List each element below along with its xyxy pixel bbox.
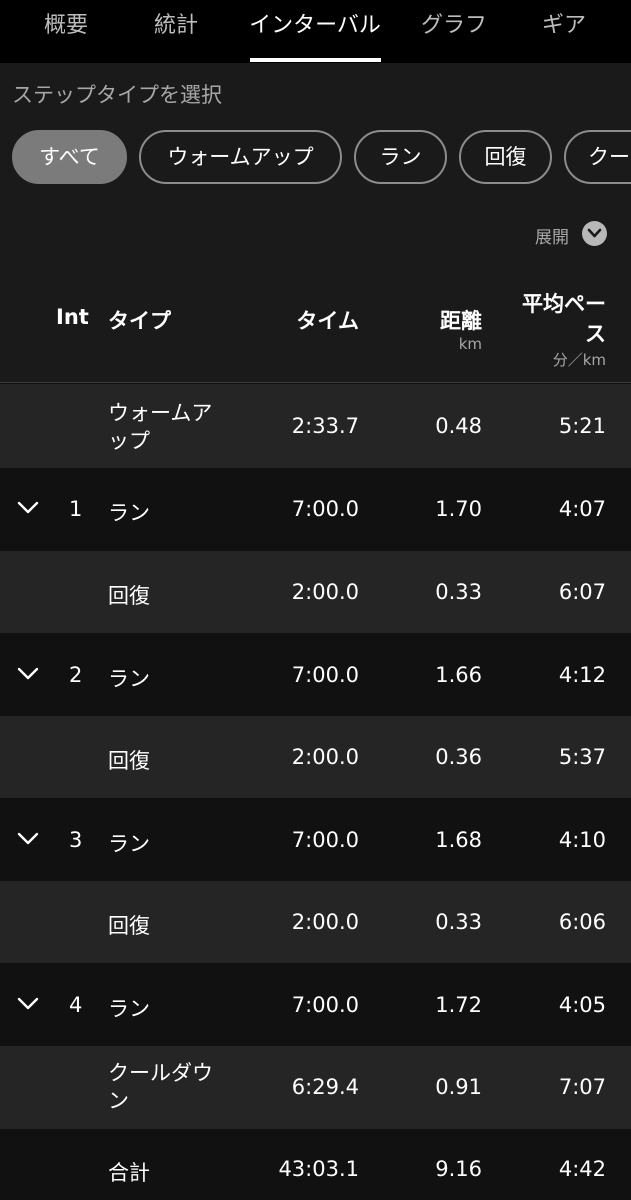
row-time: 2:00.0 — [291, 910, 359, 934]
row-distance: 0.33 — [435, 580, 482, 604]
header-pace-unit: 分／km — [552, 351, 606, 369]
row-distance: 1.68 — [435, 828, 482, 852]
row-pace: 6:06 — [558, 910, 606, 934]
table-row[interactable]: 3 ラン 7:00.0 1.68 4:10 — [0, 798, 631, 881]
tab-stats[interactable]: 統計 — [132, 0, 220, 63]
chip-run[interactable]: ラン — [354, 130, 447, 184]
row-distance: 1.72 — [435, 993, 482, 1017]
row-type: ラン — [108, 832, 150, 856]
row-pace: 4:10 — [558, 828, 606, 852]
row-type: ラン — [108, 501, 150, 525]
tab-graph[interactable]: グラフ — [410, 0, 498, 63]
row-distance: 9.16 — [435, 1157, 482, 1181]
row-type: 合計 — [108, 1161, 150, 1185]
row-time: 6:29.4 — [291, 1075, 359, 1099]
tab-gear[interactable]: ギア — [520, 0, 608, 63]
row-time: 2:33.7 — [291, 414, 359, 438]
active-tab-indicator — [250, 58, 381, 62]
table-row[interactable]: 回復 2:00.0 0.33 6:07 — [0, 551, 631, 633]
row-type: 回復 — [108, 914, 150, 938]
chip-cooldown[interactable]: クー — [564, 130, 631, 184]
table-row[interactable]: 回復 2:00.0 0.36 5:37 — [0, 716, 631, 798]
row-time: 7:00.0 — [291, 663, 359, 687]
row-distance: 1.70 — [435, 497, 482, 521]
row-pace: 4:07 — [558, 497, 606, 521]
tab-bar: 概要 統計 インターバル グラフ ギア — [0, 0, 631, 63]
step-type-label: ステップタイプを選択 — [12, 83, 222, 107]
row-pace: 5:21 — [558, 414, 606, 438]
row-pace: 6:07 — [558, 580, 606, 604]
row-pace: 4:12 — [558, 663, 606, 687]
tab-intervals[interactable]: インターバル — [240, 0, 390, 63]
chip-recovery[interactable]: 回復 — [459, 130, 552, 184]
table-row[interactable]: 1 ラン 7:00.0 1.70 4:07 — [0, 468, 631, 551]
row-int: 3 — [69, 828, 83, 852]
header-pace: 平均ペース — [522, 292, 606, 346]
row-distance: 0.36 — [435, 745, 482, 769]
row-type: クールダウ ン — [108, 1061, 213, 1113]
table-row[interactable]: クールダウ ン 6:29.4 0.91 7:07 — [0, 1046, 631, 1129]
row-pace: 7:07 — [558, 1075, 606, 1099]
header-time: タイム — [296, 309, 359, 333]
table-row[interactable]: 4 ラン 7:00.0 1.72 4:05 — [0, 963, 631, 1046]
table-row-total: 合計 43:03.1 9.16 4:42 — [0, 1129, 631, 1200]
chip-warmup[interactable]: ウォームアップ — [139, 130, 342, 184]
row-distance: 0.33 — [435, 910, 482, 934]
row-int: 4 — [69, 993, 83, 1017]
row-type: ウォームア ップ — [108, 401, 213, 453]
row-distance: 0.48 — [435, 414, 482, 438]
row-distance: 0.91 — [435, 1075, 482, 1099]
table-row[interactable]: 2 ラン 7:00.0 1.66 4:12 — [0, 633, 631, 716]
row-type: 回復 — [108, 749, 150, 773]
row-int: 1 — [69, 497, 83, 521]
header-distance: 距離 — [440, 309, 482, 333]
table-row[interactable]: ウォームア ップ 2:33.7 0.48 5:21 — [0, 384, 631, 468]
chevron-down-icon[interactable] — [17, 667, 39, 681]
row-time: 7:00.0 — [291, 497, 359, 521]
row-time: 2:00.0 — [291, 745, 359, 769]
chip-all[interactable]: すべて — [12, 130, 127, 184]
table-row[interactable]: 回復 2:00.0 0.33 6:06 — [0, 881, 631, 963]
chevron-down-icon[interactable] — [17, 501, 39, 515]
header-int: Int — [56, 305, 89, 329]
row-time: 43:03.1 — [278, 1157, 359, 1181]
table-header: Int タイプ タイム 距離 km 平均ペース 分／km — [0, 272, 631, 383]
row-type: ラン — [108, 667, 150, 691]
chevron-down-icon[interactable] — [17, 997, 39, 1011]
header-type: タイプ — [108, 309, 171, 333]
row-type: ラン — [108, 997, 150, 1021]
header-distance-unit: km — [458, 335, 482, 353]
row-pace: 4:05 — [558, 993, 606, 1017]
expand-label[interactable]: 展開 — [535, 223, 569, 248]
row-pace: 5:37 — [558, 745, 606, 769]
row-time: 7:00.0 — [291, 828, 359, 852]
row-type: 回復 — [108, 584, 150, 608]
row-pace: 4:42 — [558, 1157, 606, 1181]
row-distance: 1.66 — [435, 663, 482, 687]
step-type-filter: ステップタイプを選択 すべて ウォームアップ ラン 回復 クー 展開 — [0, 63, 631, 272]
row-time: 7:00.0 — [291, 993, 359, 1017]
row-time: 2:00.0 — [291, 580, 359, 604]
chevron-down-icon[interactable] — [17, 832, 39, 846]
chevron-down-icon[interactable] — [582, 221, 607, 246]
tab-overview[interactable]: 概要 — [22, 0, 110, 63]
row-int: 2 — [69, 663, 83, 687]
